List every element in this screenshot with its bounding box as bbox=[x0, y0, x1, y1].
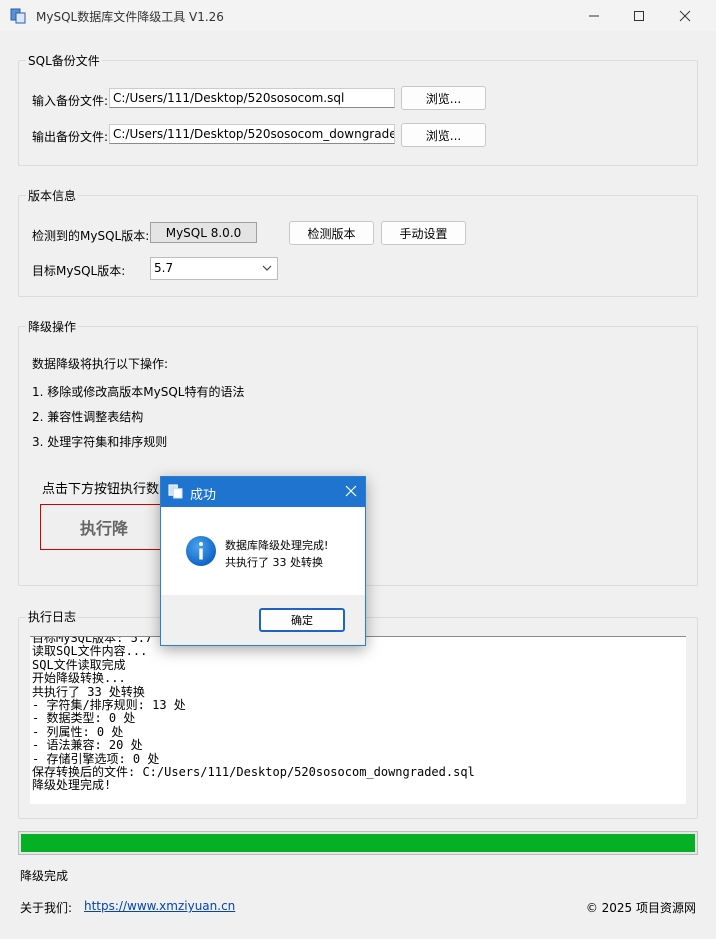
log-line: - 数据类型: 0 处 bbox=[32, 711, 136, 726]
log-line: SQL文件读取完成 bbox=[32, 657, 126, 672]
maximize-button[interactable] bbox=[616, 0, 662, 31]
dialog-body: 数据库降级处理完成! 共执行了 33 处转换 bbox=[161, 507, 365, 595]
downgrade-step-3: 3. 处理字符集和排序规则 bbox=[32, 435, 168, 449]
dialog-message-line-2: 共执行了 33 处转换 bbox=[225, 556, 323, 569]
input-file-field[interactable]: C:/Users/111/Desktop/520sosocom.sql bbox=[109, 88, 395, 108]
detected-version-label: 检测到的MySQL版本: bbox=[32, 229, 150, 243]
success-dialog: 成功 数据库降级处理完成! 共执行了 33 处转换 确定 bbox=[160, 476, 366, 646]
log-group-title: 执行日志 bbox=[26, 608, 79, 625]
close-icon bbox=[679, 10, 691, 21]
dialog-close-button[interactable] bbox=[345, 485, 357, 500]
downgrade-hint: 点击下方按钮执行数 bbox=[42, 482, 160, 497]
window-title: MySQL数据库文件降级工具 V1.26 bbox=[36, 10, 224, 24]
log-line: - 语法兼容: 20 处 bbox=[32, 738, 143, 753]
browse-output-button[interactable]: 浏览... bbox=[401, 123, 486, 147]
chevron-down-icon bbox=[262, 265, 272, 271]
downgrade-group-title: 降级操作 bbox=[26, 318, 79, 335]
downgrade-step-1: 1. 移除或修改高版本MySQL特有的语法 bbox=[32, 385, 245, 399]
backup-group-title: SQL备份文件 bbox=[26, 52, 102, 69]
target-version-label: 目标MySQL版本: bbox=[32, 264, 126, 278]
downgrade-intro: 数据降级将执行以下操作: bbox=[32, 357, 169, 371]
log-line: 开始降级转换... bbox=[32, 671, 126, 686]
log-output[interactable]: 目标MySQL版本: 5.7 读取SQL文件内容... SQL文件读取完成 开始… bbox=[30, 636, 686, 804]
dialog-title-bar: 成功 bbox=[161, 477, 365, 507]
run-downgrade-button[interactable]: 执行降 bbox=[40, 504, 168, 550]
detect-version-button[interactable]: 检测版本 bbox=[289, 221, 374, 245]
output-file-label: 输出备份文件: bbox=[32, 130, 109, 144]
dialog-ok-button[interactable]: 确定 bbox=[259, 608, 345, 632]
copyright-text: © 2025 项目资源网 bbox=[585, 901, 696, 915]
log-line: 读取SQL文件内容... bbox=[32, 644, 148, 659]
browse-input-button[interactable]: 浏览... bbox=[401, 86, 486, 110]
log-line: 保存转换后的文件: C:/Users/111/Desktop/520sosoco… bbox=[32, 765, 475, 780]
input-file-label: 输入备份文件: bbox=[32, 94, 109, 108]
output-file-field[interactable]: C:/Users/111/Desktop/520sosocom_downgrad… bbox=[109, 124, 395, 144]
progress-bar bbox=[18, 831, 698, 855]
dialog-footer: 确定 bbox=[161, 595, 365, 645]
target-version-value: 5.7 bbox=[154, 261, 174, 275]
app-icon bbox=[10, 8, 26, 27]
version-group bbox=[18, 195, 698, 297]
close-icon bbox=[345, 485, 357, 497]
version-group-title: 版本信息 bbox=[26, 187, 79, 204]
about-label: 关于我们: bbox=[20, 901, 73, 915]
log-line: 降级处理完成! bbox=[32, 778, 112, 793]
maximize-icon bbox=[634, 10, 644, 21]
dialog-message-line-1: 数据库降级处理完成! bbox=[225, 539, 329, 552]
downgrade-step-2: 2. 兼容性调整表结构 bbox=[32, 410, 144, 424]
progress-fill bbox=[21, 834, 695, 852]
status-text: 降级完成 bbox=[20, 869, 69, 883]
manual-set-button[interactable]: 手动设置 bbox=[381, 221, 466, 245]
target-version-select[interactable]: 5.7 bbox=[150, 257, 278, 280]
minimize-icon bbox=[589, 15, 599, 16]
title-bar: MySQL数据库文件降级工具 V1.26 bbox=[0, 0, 716, 31]
dialog-title: 成功 bbox=[190, 488, 217, 503]
detected-version-display: MySQL 8.0.0 bbox=[150, 222, 257, 243]
close-button[interactable] bbox=[662, 0, 708, 31]
app-icon bbox=[168, 484, 183, 502]
minimize-button[interactable] bbox=[571, 0, 617, 31]
info-icon bbox=[185, 535, 217, 570]
backup-group bbox=[18, 60, 698, 166]
website-link[interactable]: https://www.xmziyuan.cn bbox=[84, 899, 235, 913]
